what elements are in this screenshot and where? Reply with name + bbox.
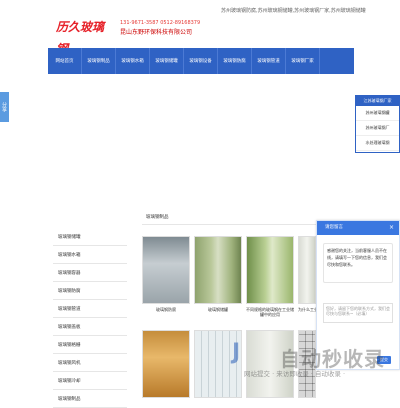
banner-area [48, 74, 354, 204]
top-header: 历久玻璃钢 131-9671-3587 0512-89168379 昆山东野环保… [0, 0, 400, 56]
nav-item-products[interactable]: 玻璃钢制品 [82, 48, 116, 74]
left-menu-item[interactable]: 玻璃钢容器 [53, 264, 127, 282]
watermark: J 自动秒收录 网站提交 · 来访即收录 · 自动收录 · [232, 340, 392, 390]
message-panel-title: 请您留言 [325, 225, 343, 230]
message-greeting: 感谢您的关注，当前客服人员不在线，请填写一下您的信息，我们会尽快和您联系。 [323, 243, 393, 283]
site-logo[interactable]: 历久玻璃钢 [56, 16, 115, 56]
product-card[interactable]: 不同规格的玻璃钢在工业储罐中的应用 [246, 236, 294, 317]
watermark-subtitle: 网站提交 · 来访即收录 · 自动收录 · [244, 370, 346, 378]
product-caption[interactable]: 玻璃钢储罐 [194, 307, 242, 312]
product-card[interactable]: 玻璃钢储罐 [194, 236, 242, 312]
product-thumbnail[interactable] [142, 236, 190, 304]
nav-item-pipeline[interactable]: 玻璃钢管道 [252, 48, 286, 74]
left-menu-item[interactable]: 玻璃钢盖板 [53, 318, 127, 336]
product-thumbnail[interactable] [298, 236, 316, 304]
left-menu-item[interactable]: 玻璃钢储罐 [53, 228, 127, 246]
company-name: 昆山东野环保科技有限公司 [120, 29, 193, 36]
nav-item-storage-tank[interactable]: 玻璃钢储罐 [150, 48, 184, 74]
close-icon[interactable]: × [389, 221, 394, 235]
product-card[interactable]: 玻璃钢防腐 [142, 236, 190, 312]
right-widget-item[interactable]: 苏州玻璃钢厂 [356, 121, 399, 136]
left-menu-item[interactable]: 玻璃钢格栅 [53, 336, 127, 354]
product-caption[interactable]: 为什么工业化选用玻璃钢 [298, 307, 316, 312]
nav-item-water-tank[interactable]: 玻璃钢水箱 [116, 48, 150, 74]
left-menu-item[interactable]: 玻璃钢风机 [53, 354, 127, 372]
product-caption[interactable]: 不同规格的玻璃钢在工业储罐中的应用 [246, 307, 294, 317]
left-category-menu: 玻璃钢储罐 玻璃钢水箱 玻璃钢容器 玻璃钢防腐 玻璃钢管道 玻璃钢盖板 玻璃钢格… [53, 228, 127, 408]
left-menu-item[interactable]: 玻璃钢防腐 [53, 282, 127, 300]
left-menu-item[interactable]: 玻璃钢水箱 [53, 246, 127, 264]
content-title: 玻璃钢制品 [146, 215, 169, 220]
nav-item-home[interactable]: 网站首页 [48, 48, 82, 74]
nav-item-manufacturer[interactable]: 玻璃钢厂家 [286, 48, 320, 74]
message-input[interactable]: 您好，请留下您的联系方式，我们会尽快与您联系~（必填） [323, 303, 393, 323]
product-thumbnail[interactable] [194, 236, 242, 304]
product-thumbnail[interactable] [246, 236, 294, 304]
top-keywords: 苏州玻璃钢防腐,苏州玻璃钢储罐,苏州玻璃钢厂家,苏州玻璃钢储罐 [221, 8, 366, 14]
right-widget-item[interactable]: 水处理玻璃钢 [356, 136, 399, 151]
nav-item-anticorrosion[interactable]: 玻璃钢防腐 [218, 48, 252, 74]
main-nav: 网站首页 玻璃钢制品 玻璃钢水箱 玻璃钢储罐 玻璃钢设备 玻璃钢防腐 玻璃钢管道… [48, 48, 354, 74]
contact-block: 131-9671-3587 0512-89168379 昆山东野环保科技有限公司 [120, 20, 200, 44]
product-card[interactable]: 为什么工业化选用玻璃钢 [298, 236, 316, 312]
product-card[interactable] [142, 330, 190, 398]
right-float-widget: 江苏玻璃钢厂家 苏州玻璃钢罐 苏州玻璃钢厂 水处理玻璃钢 [355, 95, 400, 153]
watermark-logo-icon: J [232, 340, 241, 365]
nav-item-equipment[interactable]: 玻璃钢设备 [184, 48, 218, 74]
message-panel-header: 请您留言 × [317, 221, 399, 235]
contact-phone: 131-9671-3587 0512-89168379 [120, 20, 201, 26]
share-side-tab[interactable]: 分享 [0, 92, 9, 122]
right-widget-item[interactable]: 苏州玻璃钢罐 [356, 106, 399, 121]
product-thumbnail[interactable] [142, 330, 190, 398]
nav-item-filler [320, 48, 354, 74]
product-caption[interactable]: 玻璃钢防腐 [142, 307, 190, 312]
left-menu-item[interactable]: 玻璃钢制品 [53, 390, 127, 408]
left-menu-item[interactable]: 玻璃钢管道 [53, 300, 127, 318]
left-menu-item[interactable]: 玻璃钢冷却 [53, 372, 127, 390]
right-widget-title: 江苏玻璃钢厂家 [356, 96, 399, 106]
